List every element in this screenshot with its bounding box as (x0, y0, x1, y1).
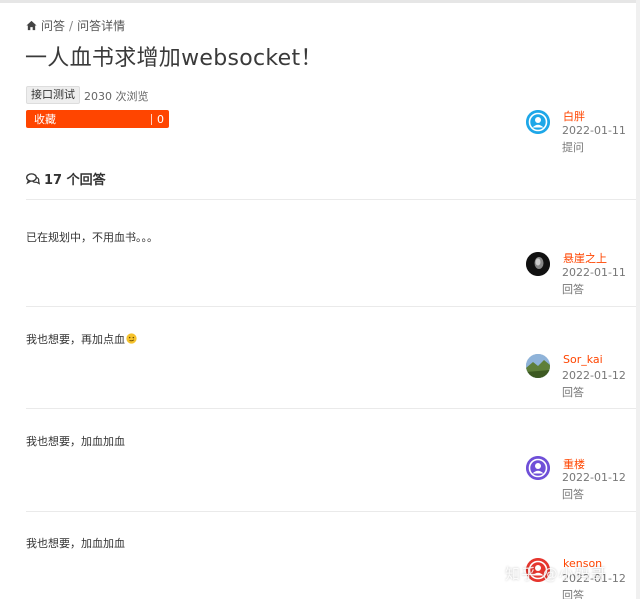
answer-text: 已在规划中，不用血书。。。 (26, 231, 158, 244)
favorite-label: 收藏 (34, 113, 56, 126)
favorite-divider (151, 113, 152, 125)
view-count: 2030 次浏览 (84, 90, 149, 103)
top-border (0, 0, 640, 3)
answer-text: 我也想要，加血加血 (26, 435, 125, 448)
smirk-emoji-icon (126, 333, 137, 344)
favorite-button[interactable]: 收藏 0 (26, 110, 169, 128)
answers-count: 17 个回答 (44, 173, 106, 188)
answer-time: 2022-01-12 回答 (562, 471, 626, 501)
avatar[interactable] (526, 252, 550, 276)
answer-author-name[interactable]: Sor_kai (563, 353, 603, 366)
user-photo-icon (526, 252, 550, 276)
divider (26, 408, 636, 409)
answer-time: 2022-01-11 回答 (562, 266, 626, 296)
home-icon[interactable] (26, 20, 37, 31)
divider (26, 511, 636, 512)
answers-count-heading: 17 个回答 (26, 169, 106, 188)
avatar[interactable] (526, 456, 550, 480)
answer-text-content: 我也想要，再加点血 (26, 333, 125, 346)
favorite-count: 0 (157, 112, 164, 126)
page-title: 一人血书求增加websocket！ (25, 46, 323, 71)
answer-time: 2022-01-12 回答 (562, 369, 626, 399)
answer-text: 我也想要，再加点血 (26, 331, 137, 347)
watermark: 知乎 @小码哥 (505, 565, 607, 583)
user-icon (526, 456, 550, 480)
scrollbar-track[interactable] (636, 0, 640, 599)
avatar[interactable] (526, 354, 550, 378)
breadcrumb-separator: / (69, 18, 74, 33)
breadcrumb-home-link[interactable]: 问答 (41, 17, 65, 34)
user-icon (526, 110, 550, 134)
answer-text: 我也想要，加血加血 (26, 537, 125, 550)
topic-tag[interactable]: 接口测试 (26, 86, 80, 104)
breadcrumb-current: 问答详情 (77, 19, 126, 33)
breadcrumb: 问答 / 问答详情 (26, 17, 125, 34)
comments-icon (26, 172, 40, 185)
divider (26, 306, 636, 307)
avatar[interactable] (526, 110, 550, 134)
divider (26, 199, 636, 200)
question-author-time: 2022-01-11 提问 (562, 124, 626, 154)
landscape-photo-icon (526, 354, 550, 378)
